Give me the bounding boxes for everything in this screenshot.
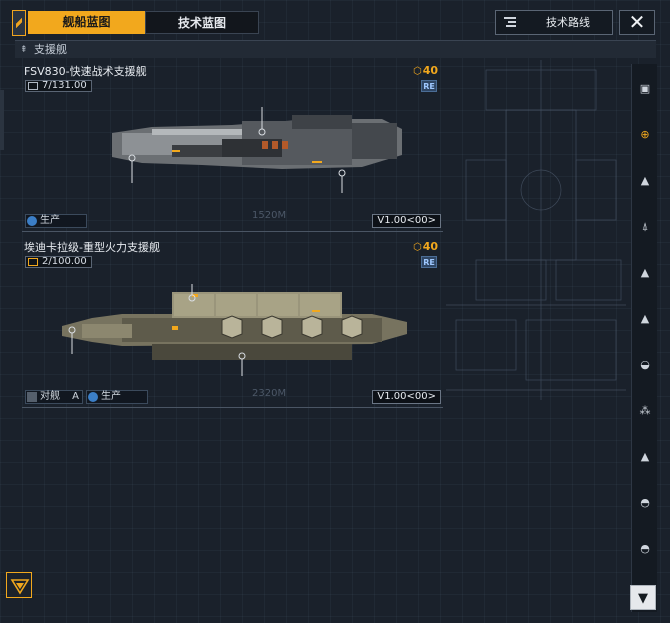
wrench-icon [28, 258, 38, 266]
battlecruiser-icon[interactable]: ▲ [636, 310, 654, 328]
left-drawer-handle[interactable] [0, 90, 4, 150]
length-label: 2320M [252, 388, 287, 399]
re-badge: RE [421, 256, 437, 268]
frigate-icon[interactable]: ▲ [636, 172, 654, 190]
blueprint-schematic [446, 60, 626, 400]
ship-card-ediacaran[interactable]: 埃迪卡拉级-重型火力支援舰 2/100.00 40 RE [22, 236, 443, 408]
ship-name: 埃迪卡拉级-重型火力支援舰 [24, 241, 160, 254]
corvette-icon[interactable]: ⁂ [636, 402, 654, 420]
ship-value: 7/131.00 [25, 80, 92, 92]
version-tag: V1.00<00> [372, 390, 441, 404]
destroyer-icon[interactable]: ⍋ [636, 218, 654, 236]
tab-tech-blueprint[interactable]: 技术蓝图 [145, 11, 259, 34]
auxiliary-icon[interactable]: ▲ [636, 448, 654, 466]
re-badge: RE [421, 80, 437, 92]
production-tag: 生产 [86, 390, 148, 404]
top-bar: 舰船蓝图 技术蓝图 技术路线 ✕ [0, 0, 670, 40]
carrier-icon[interactable]: ◒ [636, 356, 654, 374]
version-tag: V1.00<00> [372, 214, 441, 228]
filter-button[interactable]: ▼ [630, 585, 656, 610]
list-icon [504, 17, 516, 29]
menu-tag-icon[interactable] [12, 10, 26, 36]
globe-icon [28, 82, 38, 90]
ship-name: FSV830-快速战术支援舰 [24, 65, 147, 78]
production-tag: 生产 [25, 214, 87, 228]
tab-ship-blueprint[interactable]: 舰船蓝图 [28, 11, 145, 34]
ship-ediacaran-image [62, 284, 407, 376]
collapse-icon: ⇞ [20, 45, 28, 55]
fleet-emblem-icon[interactable] [6, 572, 32, 598]
category-label: 支援舰 [34, 43, 67, 56]
station-icon[interactable]: ◓ [636, 540, 654, 558]
ship-class-rail: ▣ ⊕ ▲ ⍋ ▲ ▲ ◒ ⁂ ▲ ◓ ◓ [631, 64, 657, 612]
ship-value: 2/100.00 [25, 256, 92, 268]
support-icon[interactable]: ⊕ [636, 126, 654, 144]
cruiser-icon[interactable]: ▲ [636, 264, 654, 282]
cost-badge: 40 [413, 64, 438, 77]
production-icon [88, 392, 98, 402]
anti-ship-tag: 对舰 A [25, 390, 83, 404]
ship-card-fsv830[interactable]: FSV830-快速战术支援舰 7/131.00 40 RE 1520M 生产 [22, 60, 443, 232]
flagship-icon[interactable]: ▣ [636, 80, 654, 98]
ship-fsv830-image [112, 107, 402, 193]
dreadnought-icon[interactable]: ◓ [636, 494, 654, 512]
tech-route-label: 技术路线 [546, 16, 590, 29]
category-bar[interactable]: ⇞ 支援舰 [15, 40, 656, 58]
tech-route-button[interactable]: 技术路线 [495, 10, 613, 35]
length-label: 1520M [252, 210, 287, 221]
production-icon [27, 216, 37, 226]
target-icon [27, 392, 37, 402]
close-button[interactable]: ✕ [619, 10, 655, 35]
cost-badge: 40 [413, 240, 438, 253]
